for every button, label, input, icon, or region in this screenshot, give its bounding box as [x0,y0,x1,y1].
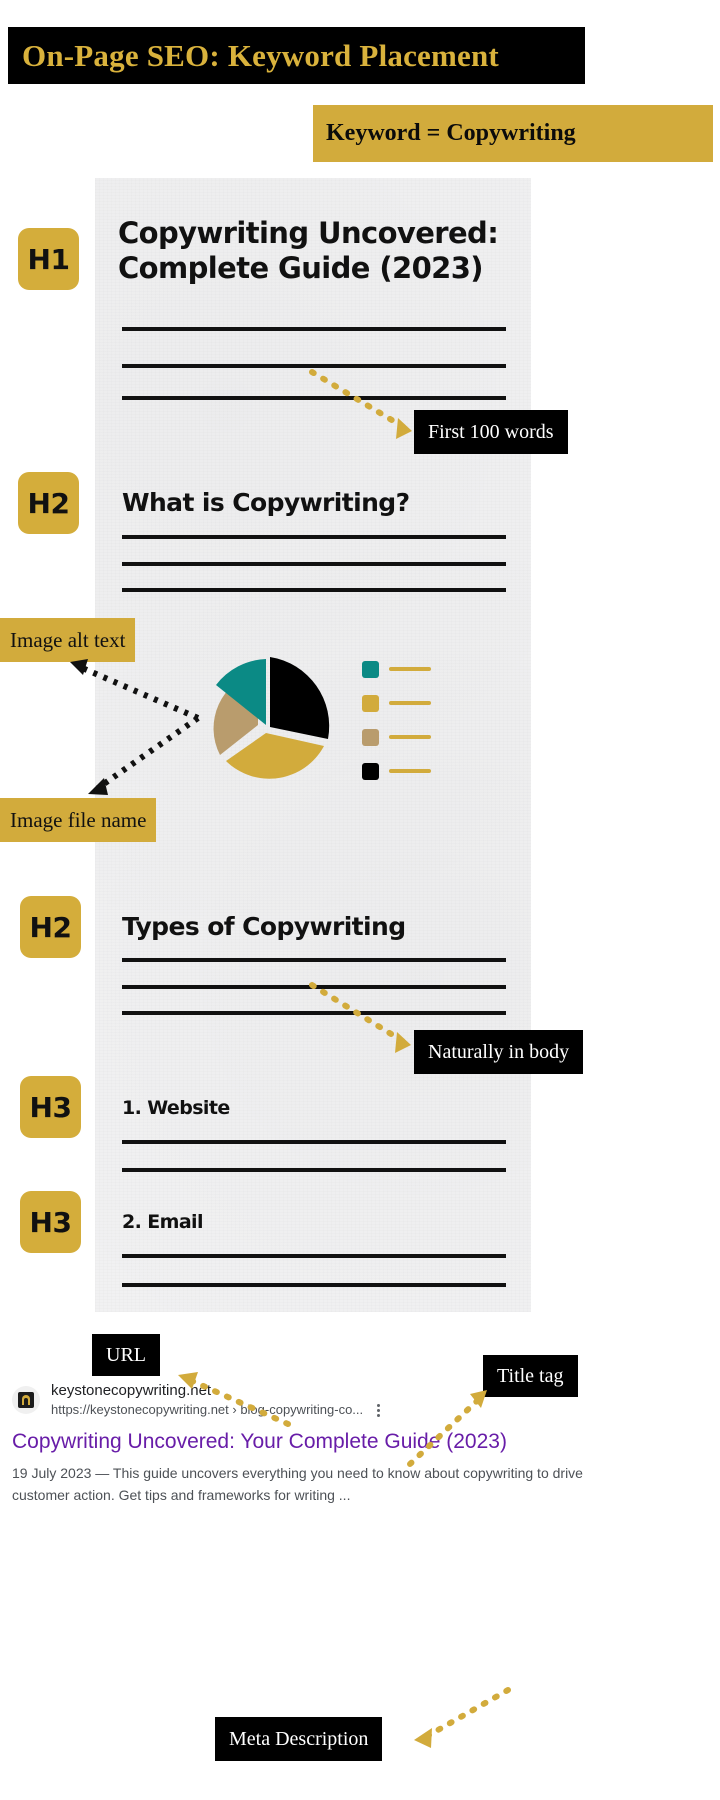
pie-slice-gold [226,733,324,779]
callout-image-file-name: Image file name [0,798,157,842]
text-rule [122,327,506,331]
text-rule [122,1140,506,1144]
text-rule [122,364,506,368]
doc-heading-website: 1. Website [122,1097,230,1119]
serp-title-link[interactable]: Copywriting Uncovered: Your Complete Gui… [12,1428,652,1455]
legend-swatch-gold [362,694,379,712]
page-title: On-Page SEO: Keyword Placement [8,27,585,84]
text-rule [122,1168,506,1172]
keyword-chip-text: Keyword = Copywriting [326,120,576,146]
pie-chart-legend [362,658,442,780]
doc-heading-h1: Copywriting Uncovered: Complete Guide (2… [118,216,499,286]
tag-h2-what: H2 [18,472,79,534]
arrow-head [414,1728,432,1748]
tag-h2-types-label: H2 [29,910,72,944]
pie-slice-black [270,657,330,739]
serp-result: keystonecopywriting.net https://keystone… [12,1381,652,1506]
favicon-glyph [18,1391,34,1408]
callout-url: URL [92,1334,160,1376]
text-rule [122,958,506,962]
serp-header: keystonecopywriting.net https://keystone… [12,1381,652,1419]
text-rule [122,1011,506,1015]
text-rule [122,535,506,539]
doc-heading-what-is-copywriting: What is Copywriting? [122,488,410,517]
legend-label-bar [389,769,431,773]
serp-description: 19 July 2023 — This guide uncovers every… [12,1465,583,1504]
legend-label-bar [389,667,431,671]
legend-label-bar [389,735,431,739]
text-rule [122,562,506,566]
tag-h1: H1 [18,228,79,290]
serp-url-text: https://keystonecopywriting.net › blog-c… [51,1402,364,1418]
kebab-menu-icon[interactable] [377,1403,381,1417]
callout-naturally-in-body: Naturally in body [414,1030,584,1074]
callout-first-100-words: First 100 words [414,410,568,454]
page-title-text: On-Page SEO: Keyword Placement [22,37,499,73]
legend-swatch-black [362,762,379,780]
legend-item [362,658,442,680]
serp-site-name: keystonecopywriting.net [51,1382,212,1399]
legend-swatch-teal [362,660,379,678]
text-rule [122,985,506,989]
legend-item [362,760,442,782]
doc-heading-email: 2. Email [122,1211,203,1233]
legend-label-bar [389,701,431,705]
arrow-meta-description [421,1687,511,1741]
pie-chart [182,645,347,795]
tag-h1-label: H1 [27,242,70,276]
text-rule [122,1283,506,1287]
site-favicon-icon [12,1385,40,1414]
tag-h3-email-label: H3 [29,1205,72,1239]
tag-h2-what-label: H2 [27,486,70,520]
doc-heading-types-of-copywriting: Types of Copywriting [122,912,406,941]
legend-item [362,726,442,748]
tag-h3-email: H3 [20,1191,81,1253]
tag-h3-website: H3 [20,1076,81,1138]
keyword-chip: Keyword = Copywriting [313,105,713,162]
text-rule [122,588,506,592]
text-rule [122,396,506,400]
tag-h2-types: H2 [20,896,81,958]
legend-swatch-tan [362,728,379,746]
infographic-canvas: On-Page SEO: Keyword Placement Keyword =… [0,0,720,1800]
callout-image-alt-text: Image alt text [0,618,136,662]
tag-h3-website-label: H3 [29,1090,72,1124]
serp-url: https://keystonecopywriting.net › blog-c… [51,1401,381,1419]
callout-meta-description: Meta Description [215,1717,383,1761]
text-rule [122,1254,506,1258]
pie-chart-svg [213,657,330,779]
legend-item [362,692,442,714]
